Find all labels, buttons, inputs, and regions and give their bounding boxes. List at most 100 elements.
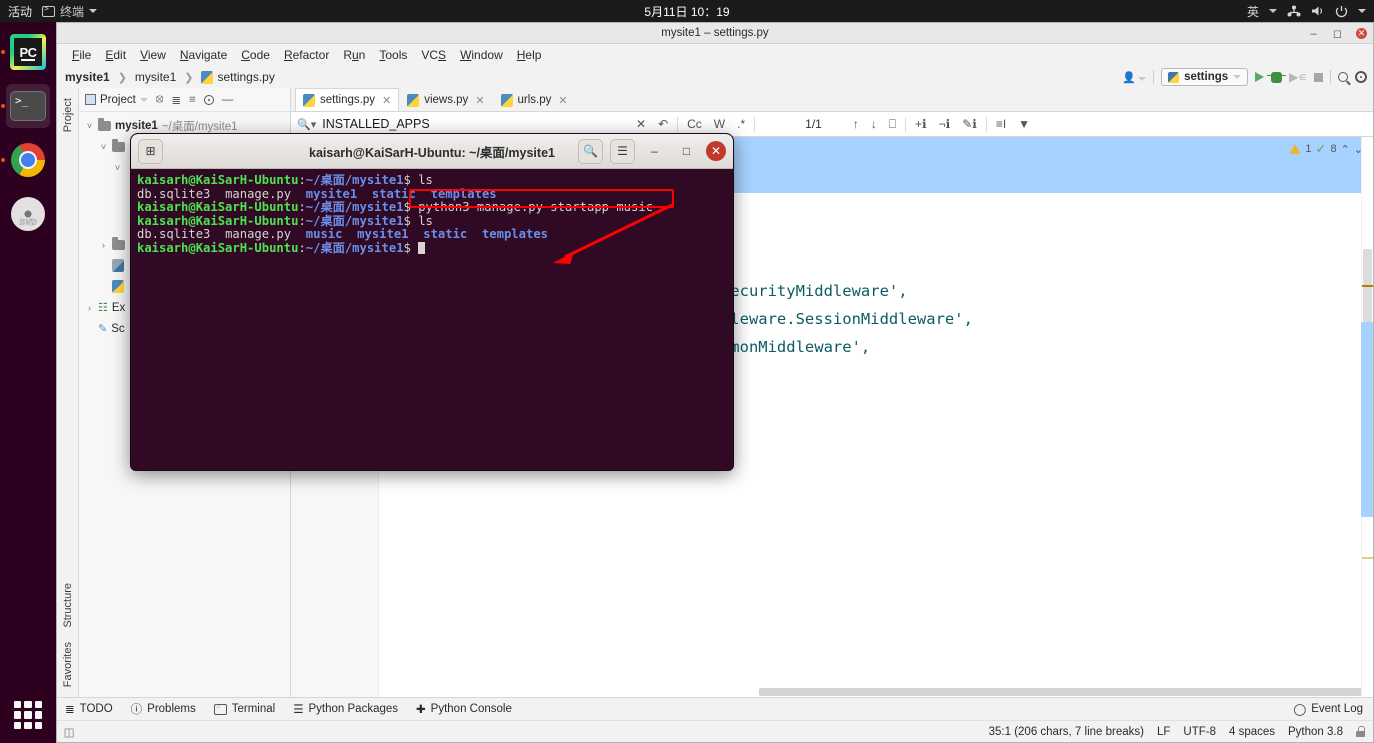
menu-refactor[interactable]: Refactor <box>277 46 336 64</box>
chevron-down-icon[interactable]: ˅ <box>85 121 94 131</box>
menu-view[interactable]: View <box>133 46 173 64</box>
tool-window-python-console[interactable]: ✚ Python Console <box>416 702 512 716</box>
show-applications-button[interactable] <box>14 701 42 729</box>
dock-item-pycharm[interactable]: PC <box>6 30 50 74</box>
line-separator[interactable]: LF <box>1157 726 1170 738</box>
run-configuration-selector[interactable]: settings <box>1161 68 1249 86</box>
chevron-right-icon[interactable]: › <box>85 303 94 313</box>
search-everywhere-icon[interactable] <box>1338 72 1348 82</box>
gear-icon[interactable] <box>203 94 214 105</box>
terminal-window[interactable]: ⊞ kaisarh@KaiSarH-Ubuntu: ~/桌面/mysite1 🔍… <box>130 133 734 471</box>
search-history-icon[interactable]: ↶ <box>655 117 671 131</box>
sidebar-item-favorites[interactable]: Favorites <box>61 636 75 693</box>
tab-urls-py[interactable]: urls.py ✕ <box>493 88 576 111</box>
edit-lines-icon[interactable]: ✎ℹ <box>959 117 980 131</box>
breadcrumb-item-file[interactable]: settings.py <box>217 70 274 84</box>
event-log-button[interactable]: ◯ Event Log <box>1293 702 1363 716</box>
python-interpreter[interactable]: Python 3.8 <box>1288 726 1343 738</box>
marker-warning[interactable] <box>1362 285 1373 287</box>
new-tab-icon[interactable]: ⊞ <box>138 138 163 164</box>
close-icon[interactable]: ✕ <box>1356 28 1367 39</box>
menu-help[interactable]: Help <box>510 46 549 64</box>
close-icon[interactable]: ✕ <box>475 94 484 107</box>
menu-vcs[interactable]: VCS <box>414 46 453 64</box>
file-encoding[interactable]: UTF-8 <box>1183 726 1216 738</box>
chevron-down-icon[interactable] <box>1358 9 1366 13</box>
power-icon[interactable] <box>1335 5 1348 18</box>
tab-settings-py[interactable]: settings.py ✕ <box>295 88 400 111</box>
close-icon[interactable]: ✕ <box>706 141 726 161</box>
find-next-icon[interactable]: ↓ <box>868 117 880 131</box>
menu-run[interactable]: Run <box>336 46 372 64</box>
search-input[interactable]: 🔍▾ INSTALLED_APPS <box>297 117 627 131</box>
previous-problem-icon[interactable]: ⌃ <box>1341 143 1350 156</box>
coverage-icon[interactable]: ▶∊ <box>1289 70 1307 84</box>
locate-icon[interactable]: ⦻ <box>156 93 164 106</box>
toggle-tool-windows-icon[interactable]: ◫ <box>57 725 81 739</box>
app-menu-terminal[interactable]: 终端 <box>42 3 98 20</box>
menu-code[interactable]: Code <box>234 46 277 64</box>
clock[interactable]: 5月11日 10：19 <box>0 3 1374 20</box>
sidebar-item-structure[interactable]: Structure <box>61 577 75 634</box>
terminal-output[interactable]: kaisarh@KaiSarH-Ubuntu:~/桌面/mysite1$ ls … <box>131 169 733 261</box>
debug-icon[interactable] <box>1267 71 1287 83</box>
lock-icon[interactable] <box>1356 726 1365 737</box>
remove-line-icon[interactable]: ¬ℹ <box>936 117 954 131</box>
sort-icon[interactable]: ≡I <box>993 117 1009 131</box>
inspection-widget[interactable]: 1 ✓ 8 ⌃ ⌄ <box>1289 141 1363 157</box>
match-case-toggle[interactable]: Cc <box>684 117 705 131</box>
horizontal-scrollbar[interactable] <box>467 688 1361 697</box>
clear-search-icon[interactable]: ✕ <box>633 117 649 131</box>
marker-info[interactable] <box>1362 557 1373 559</box>
next-problem-icon[interactable]: ⌄ <box>1354 143 1363 156</box>
dock-item-chrome[interactable] <box>6 138 50 182</box>
dock-item-dvd[interactable]: DVD <box>6 192 50 236</box>
indent-setting[interactable]: 4 spaces <box>1229 726 1275 738</box>
network-icon[interactable] <box>1287 5 1301 17</box>
settings-icon[interactable] <box>1355 71 1367 83</box>
menu-file[interactable]: File <box>65 46 98 64</box>
tool-window-terminal[interactable]: Terminal <box>213 702 275 715</box>
menu-window[interactable]: Window <box>453 46 510 64</box>
menu-navigate[interactable]: Navigate <box>173 46 234 64</box>
add-line-icon[interactable]: +ℹ <box>912 117 930 131</box>
tool-window-python-packages[interactable]: ☰ Python Packages <box>293 702 398 716</box>
menu-edit[interactable]: Edit <box>98 46 133 64</box>
tool-window-problems[interactable]: ⓘ Problems <box>131 701 196 717</box>
menu-icon[interactable]: ☰ <box>610 138 635 164</box>
breadcrumb-item-module[interactable]: mysite1 <box>135 70 176 84</box>
tab-views-py[interactable]: views.py ✕ <box>399 88 492 111</box>
caret-position[interactable]: 35:1 (206 chars, 7 line breaks) <box>989 726 1144 738</box>
collapse-all-icon[interactable]: ≡ <box>189 94 196 106</box>
filter-icon[interactable]: ▼ <box>1015 117 1033 131</box>
minimize-icon[interactable]: – <box>642 139 667 164</box>
breadcrumb-item-project[interactable]: mysite1 <box>65 70 110 84</box>
editor-marker-bar[interactable] <box>1361 137 1373 697</box>
user-account-icon[interactable]: 👤 <box>1122 71 1147 84</box>
stop-icon[interactable] <box>1314 72 1323 82</box>
volume-icon[interactable] <box>1311 5 1325 17</box>
maximize-icon[interactable]: □ <box>674 139 699 164</box>
expand-all-icon[interactable]: ≣ <box>171 93 181 107</box>
regex-toggle[interactable]: .* <box>734 117 748 131</box>
words-toggle[interactable]: W <box>711 117 728 131</box>
minimize-icon[interactable]: – <box>1308 28 1319 40</box>
search-icon[interactable]: 🔍 <box>578 138 603 164</box>
close-icon[interactable]: ✕ <box>382 94 391 107</box>
tool-window-todo[interactable]: ≣ TODO <box>65 702 113 716</box>
dock-item-terminal[interactable]: >_ <box>6 84 50 128</box>
project-view-selector[interactable]: Project <box>85 94 148 106</box>
maximize-icon[interactable]: ◻ <box>1332 28 1343 40</box>
chevron-down-icon[interactable]: ˅ <box>99 142 108 152</box>
activities-button[interactable]: 活动 <box>0 3 42 20</box>
input-method-indicator[interactable]: 英 <box>1247 3 1259 20</box>
close-icon[interactable]: ✕ <box>558 94 567 107</box>
hide-icon[interactable]: — <box>222 94 234 106</box>
menu-tools[interactable]: Tools <box>372 46 414 64</box>
find-previous-icon[interactable]: ↑ <box>850 117 862 131</box>
chevron-right-icon[interactable]: › <box>99 240 108 250</box>
sidebar-item-project[interactable]: Project <box>61 92 75 138</box>
select-all-occurrences-icon[interactable]: ⎕ <box>886 117 899 132</box>
run-icon[interactable] <box>1255 72 1265 82</box>
chevron-down-icon[interactable]: ˅ <box>113 163 122 173</box>
